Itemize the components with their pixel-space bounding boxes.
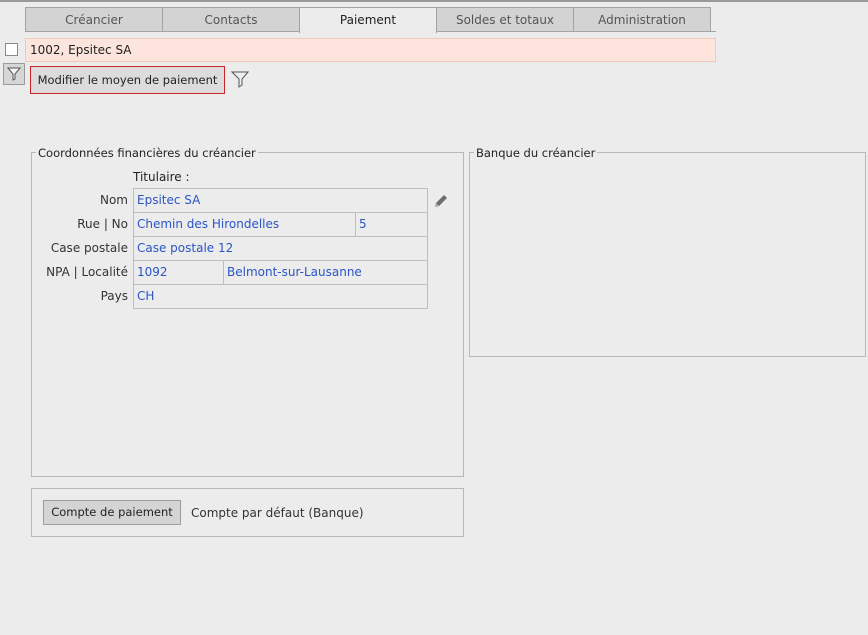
street-field[interactable]: Chemin des Hirondelles xyxy=(133,212,356,237)
tab-contacts[interactable]: Contacts xyxy=(162,7,300,32)
country-label: Pays xyxy=(100,289,128,303)
city-field[interactable]: Belmont-sur-Lausanne xyxy=(223,260,428,285)
record-checkbox[interactable] xyxy=(5,43,18,56)
name-label: Nom xyxy=(99,193,128,207)
payment-account-value: Compte par défaut (Banque) xyxy=(191,506,364,520)
top-border xyxy=(0,0,868,2)
payment-account-button[interactable]: Compte de paiement xyxy=(43,500,181,525)
tab-paiement[interactable]: Paiement xyxy=(299,7,437,33)
financial-group-title: Coordonnées financières du créancier xyxy=(36,146,258,160)
street-label: Rue | No xyxy=(77,217,128,231)
street-number-field[interactable]: 5 xyxy=(355,212,428,237)
country-field[interactable]: CH xyxy=(133,284,428,309)
filter-button[interactable] xyxy=(3,63,25,85)
filter-icon[interactable] xyxy=(230,70,250,88)
tab-bar: Créancier Contacts Paiement Soldes et to… xyxy=(25,7,711,33)
bank-group-title: Banque du créancier xyxy=(474,146,598,160)
pencil-icon[interactable] xyxy=(432,192,450,210)
tab-soldes-totaux[interactable]: Soldes et totaux xyxy=(436,7,574,32)
box-label: Case postale xyxy=(50,241,128,255)
zip-field[interactable]: 1092 xyxy=(133,260,224,285)
tab-creancier[interactable]: Créancier xyxy=(25,7,163,32)
bank-group: Banque du créancier xyxy=(469,147,866,357)
holder-label: Titulaire : xyxy=(133,170,190,184)
modify-payment-button[interactable]: Modifier le moyen de paiement xyxy=(30,66,225,94)
name-field[interactable]: Epsitec SA xyxy=(133,188,428,213)
tab-administration[interactable]: Administration xyxy=(573,7,711,32)
record-title[interactable]: 1002, Epsitec SA xyxy=(25,38,716,62)
box-field[interactable]: Case postale 12 xyxy=(133,236,428,261)
city-label: NPA | Localité xyxy=(46,265,128,279)
filter-icon xyxy=(7,67,21,81)
